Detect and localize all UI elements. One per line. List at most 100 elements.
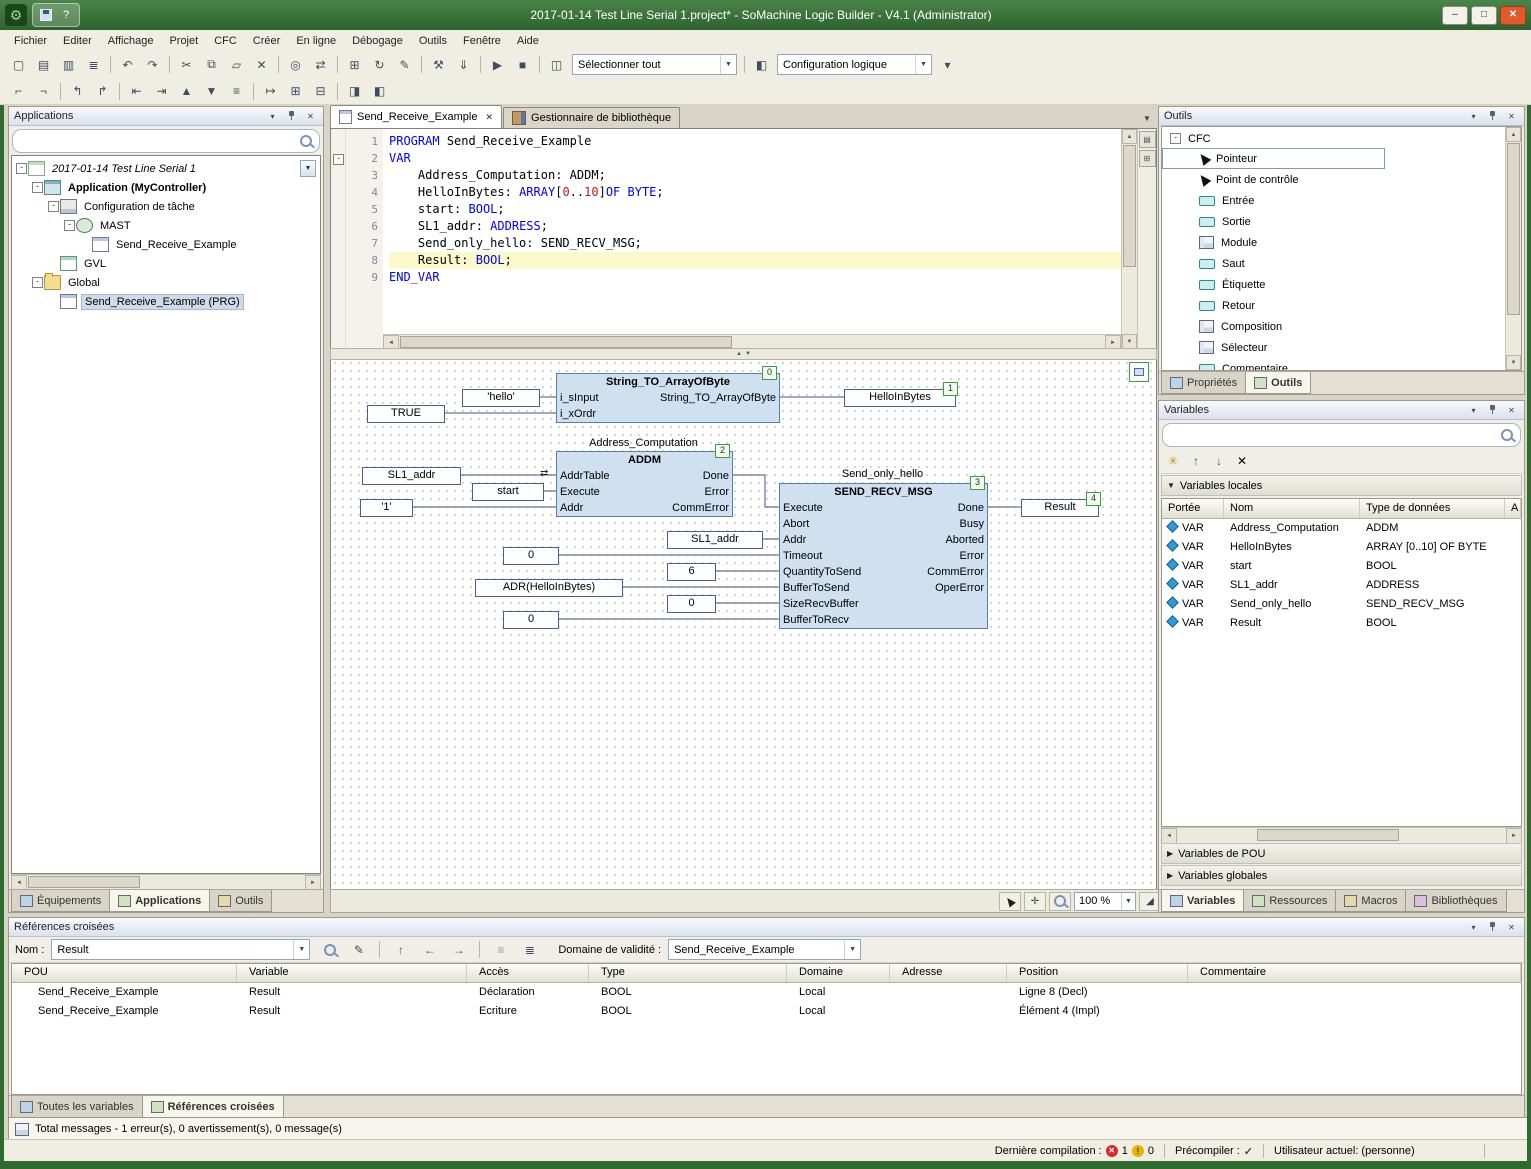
input-pin[interactable]: SizeRecvBuffer (783, 596, 859, 612)
tool-entree[interactable]: Entrée (1162, 190, 1505, 211)
tool-module[interactable]: Module (1162, 232, 1505, 253)
paste-icon[interactable]: ▱ (224, 53, 249, 76)
cut-icon[interactable]: ✂ (174, 53, 199, 76)
column-header-domaine[interactable]: Domaine (787, 964, 890, 982)
monitor-icon[interactable]: ◫ (544, 53, 569, 76)
expander-icon[interactable]: - (48, 201, 59, 212)
variables-hscrollbar[interactable]: ◄ ► (1161, 827, 1522, 842)
code-line[interactable]: SL1_addr: ADDRESS; (389, 218, 1121, 235)
move-up-icon[interactable]: ↑ (1186, 452, 1206, 470)
print-icon[interactable]: ≣ (81, 53, 106, 76)
editor-vscrollbar[interactable]: ▲ ▼ (1121, 129, 1137, 349)
insert-input-icon[interactable]: ⊞ (283, 80, 308, 103)
cfc-input-hello[interactable]: 'hello' (462, 389, 540, 407)
column-header-type[interactable]: Type (589, 964, 787, 982)
generate-code-icon[interactable]: ⇓ (451, 53, 476, 76)
panel-menu-icon[interactable]: ▾ (1466, 404, 1481, 417)
input-pin[interactable]: i_sInput (560, 390, 599, 406)
tool-etiquette[interactable]: Étiquette (1162, 274, 1505, 295)
input-pin[interactable]: QuantityToSend (783, 564, 861, 580)
input-pin[interactable]: Execute (560, 484, 600, 500)
editor-hscrollbar[interactable]: ◄ ► (383, 334, 1121, 349)
menu-aide[interactable]: Aide (509, 32, 547, 50)
variables-search-input[interactable] (1162, 423, 1521, 447)
input-pin[interactable]: BufferToSend (783, 580, 849, 596)
output-pin[interactable]: Error (705, 484, 729, 500)
menu-en-ligne[interactable]: En ligne (288, 32, 344, 50)
tab-applications[interactable]: Applications (109, 890, 210, 912)
expand-all-button[interactable]: ≡ (488, 938, 513, 961)
panel-menu-icon[interactable]: ▾ (265, 110, 280, 123)
tool-point-de-controle[interactable]: Point de contrôle (1162, 169, 1505, 190)
panel-menu-icon[interactable]: ▾ (1466, 921, 1481, 934)
project-combo-icon[interactable]: ▼ (300, 160, 316, 177)
reset-output-icon[interactable]: ↱ (90, 80, 115, 103)
column-header-portee[interactable]: Portée (1162, 499, 1224, 518)
tree-item-2017-01-14-test-line-serial-1[interactable]: -2017-01-14 Test Line Serial 1▼ (12, 159, 320, 178)
cfc-input-sl1-addr[interactable]: SL1_addr (362, 467, 461, 485)
scroll-down-icon[interactable]: ▼ (1122, 334, 1137, 349)
column-header-type-de-donnees[interactable]: Type de données (1360, 499, 1505, 518)
tool-retour[interactable]: Retour (1162, 295, 1505, 316)
input-pin[interactable]: Abort (783, 516, 809, 532)
new-file-icon[interactable]: ▢ (6, 53, 31, 76)
scroll-left-icon[interactable]: ◄ (1161, 828, 1177, 844)
cfc-output-helloinbytes[interactable]: HelloInBytes 1 (844, 389, 956, 407)
redo-icon[interactable]: ↷ (140, 53, 165, 76)
editor-splitter[interactable]: ▲▼ (330, 348, 1157, 360)
close-panel-icon[interactable]: ✕ (303, 110, 318, 123)
cfc-input-bufferrecv-0[interactable]: 0 (503, 611, 559, 629)
input-pin[interactable]: Addr (560, 500, 583, 516)
messages-bar[interactable]: Total messages - 1 erreur(s), 0 avertiss… (8, 1117, 1531, 1141)
expander-icon[interactable]: - (1170, 133, 1181, 144)
order-down-icon[interactable]: ▼ (199, 80, 224, 103)
scroll-right-icon[interactable]: ► (1506, 828, 1522, 844)
input-pin[interactable]: i_xOrdr (560, 406, 596, 422)
order-by-flow-icon[interactable]: ≡ (224, 80, 249, 103)
replace-icon[interactable]: ⇄ (308, 53, 333, 76)
quick-save-button[interactable] (37, 7, 55, 23)
app-logo-icon[interactable]: ⚙ (5, 4, 27, 26)
scroll-up-icon[interactable]: ▲ (1506, 127, 1521, 142)
close-panel-icon[interactable]: ✕ (1504, 404, 1519, 417)
route-lines-icon[interactable]: ◨ (342, 80, 367, 103)
move-down-icon[interactable]: ↓ (1209, 452, 1229, 470)
code-line[interactable]: Send_only_hello: SEND_RECV_MSG; (389, 235, 1121, 252)
cross-reference-row[interactable]: Send_Receive_ExampleResultDéclarationBOO… (12, 983, 1521, 1002)
delete-icon[interactable]: ✕ (249, 53, 274, 76)
save-project-icon[interactable]: ▥ (56, 53, 81, 76)
code-line[interactable]: VAR (389, 150, 1121, 167)
cfc-input-quantity-6[interactable]: 6 (667, 563, 716, 581)
close-button[interactable]: ✕ (1500, 6, 1526, 25)
insert-output-icon[interactable]: ⊟ (308, 80, 333, 103)
display-grid-icon[interactable]: ◧ (367, 80, 392, 103)
tab-variables[interactable]: Variables (1161, 890, 1244, 912)
output-pin[interactable]: OperError (935, 580, 984, 596)
column-header-adresse[interactable]: Adresse (890, 964, 1007, 982)
scroll-left-icon[interactable]: ◄ (383, 335, 399, 349)
tree-item-mast[interactable]: -MAST (12, 216, 320, 235)
tool-commentaire[interactable]: Commentaire (1162, 358, 1505, 371)
code-line[interactable]: HelloInBytes: ARRAY[0..10]OF BYTE; (389, 184, 1121, 201)
tab-references-croisees[interactable]: Références croisées (142, 1096, 284, 1118)
code-line[interactable]: END_VAR (389, 269, 1121, 286)
tools-vscrollbar[interactable]: ▲ ▼ (1505, 127, 1521, 370)
delete-variable-icon[interactable]: ✕ (1232, 452, 1252, 470)
scroll-down-icon[interactable]: ▼ (1506, 355, 1521, 370)
tab-outils[interactable]: Outils (1245, 372, 1311, 394)
order-first-icon[interactable]: ⇤ (124, 80, 149, 103)
cfc-input-true[interactable]: TRUE (367, 405, 445, 423)
menu-affichage[interactable]: Affichage (100, 32, 162, 50)
column-header-acces[interactable]: Accès (467, 964, 589, 982)
goto-declaration-button[interactable]: ↑ (388, 938, 413, 961)
name-combo[interactable]: Result ▼ (51, 939, 310, 960)
menu-editer[interactable]: Editer (55, 32, 100, 50)
applications-tree[interactable]: -2017-01-14 Test Line Serial 1▼-Applicat… (11, 155, 321, 874)
textual-view-icon[interactable]: ▤ (1139, 131, 1156, 148)
tree-item-send-receive-example-prg[interactable]: Send_Receive_Example (PRG) (12, 292, 320, 311)
tab-toutes-les-variables[interactable]: Toutes les variables (11, 1096, 143, 1118)
copy-icon[interactable]: ⧉ (199, 53, 224, 76)
new-variable-icon[interactable]: ✳ (1163, 452, 1183, 470)
cfc-tool-group[interactable]: -CFC (1162, 129, 1505, 148)
input-pin[interactable]: Execute (783, 500, 823, 516)
